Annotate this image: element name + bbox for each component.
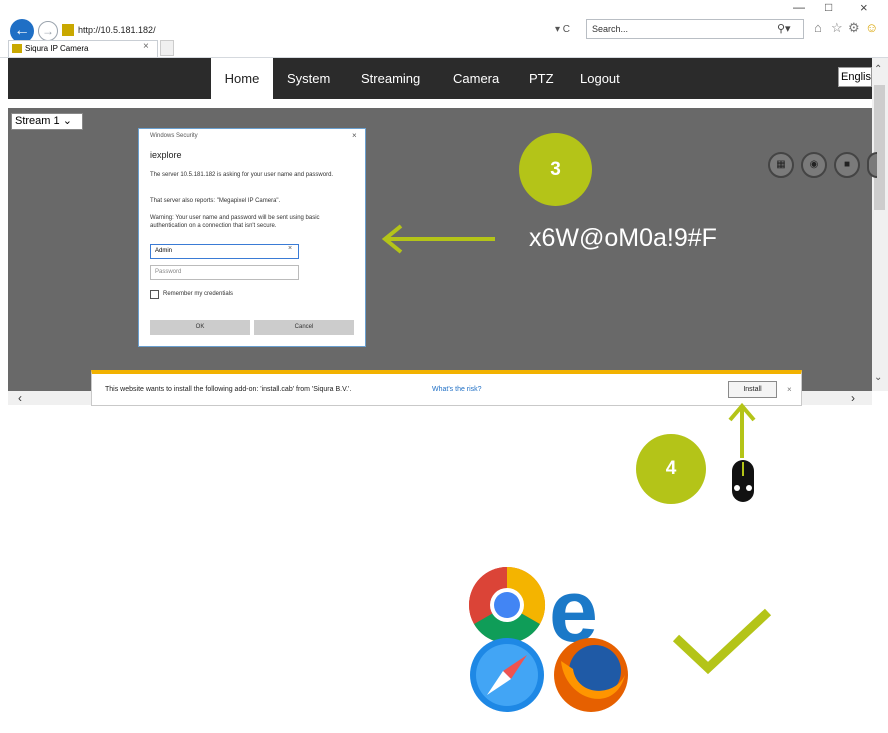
remember-label: Remember my credentials <box>163 291 234 297</box>
stream-select[interactable]: Stream 1 ⌄ <box>11 113 83 130</box>
maximize-button[interactable]: □ <box>825 0 832 14</box>
scroll-left-icon[interactable]: ‹ <box>18 391 22 405</box>
address-bar[interactable]: http://10.5.181.182/ <box>78 21 578 39</box>
tab-close-icon[interactable]: × <box>143 41 149 52</box>
search-icon[interactable]: ⚲▾ <box>777 20 791 38</box>
home-icon[interactable]: ⌂ <box>814 19 822 37</box>
install-button[interactable]: Install <box>728 381 777 398</box>
dialog-message: The server 10.5.181.182 is asking for yo… <box>150 172 334 178</box>
gear-icon[interactable]: ⚙ <box>848 19 860 37</box>
scroll-down-icon[interactable]: ⌄ <box>874 372 882 383</box>
fullscreen-icon[interactable]: ▦ <box>768 152 794 178</box>
clear-icon[interactable]: × <box>288 245 292 252</box>
arrow-up-icon <box>728 402 756 458</box>
safari-icon <box>470 638 544 712</box>
tab-favicon-icon <box>12 44 22 53</box>
nav-system[interactable]: System <box>287 58 330 99</box>
new-tab-button[interactable] <box>160 40 174 56</box>
navbar <box>8 58 872 99</box>
nav-streaming[interactable]: Streaming <box>361 58 420 99</box>
username-input[interactable]: Admin <box>150 244 299 259</box>
forward-arrow-icon[interactable]: → <box>38 21 58 41</box>
nav-logout[interactable]: Logout <box>580 58 620 99</box>
smiley-icon[interactable]: ☺ <box>865 19 878 37</box>
password-hint: x6W@oM0a!9#F <box>529 224 717 252</box>
ok-button[interactable]: OK <box>150 320 250 335</box>
snapshot-icon[interactable]: ◉ <box>801 152 827 178</box>
record-icon[interactable] <box>867 152 877 178</box>
mouse-icon <box>732 460 754 502</box>
supported-browsers: e <box>468 565 628 712</box>
notification-close-icon[interactable]: × <box>787 385 792 394</box>
whats-the-risk-link[interactable]: What's the risk? <box>432 386 482 393</box>
browser-tab[interactable]: Siqura IP Camera <box>8 40 158 57</box>
refresh-icon[interactable]: ▾ C <box>555 21 570 39</box>
step-3-badge: 3 <box>519 133 592 206</box>
minimize-button[interactable]: — <box>793 0 805 14</box>
scroll-up-icon[interactable]: ⌃ <box>874 64 882 75</box>
remember-checkbox[interactable] <box>150 290 159 299</box>
star-icon[interactable]: ☆ <box>831 19 843 37</box>
password-input[interactable]: Password <box>150 265 299 280</box>
dialog-realm: That server also reports: "Megapixel IP … <box>150 198 281 204</box>
notification-text: This website wants to install the follow… <box>105 386 352 393</box>
arrow-left-icon <box>381 224 495 254</box>
dialog-close-icon[interactable]: × <box>352 131 357 140</box>
close-window-button[interactable]: × <box>860 0 868 15</box>
step-4-badge: 4 <box>636 434 706 504</box>
nav-camera[interactable]: Camera <box>453 58 499 99</box>
chrome-icon <box>468 566 546 644</box>
nav-ptz[interactable]: PTZ <box>529 58 554 99</box>
stream-select-label: Stream 1 <box>15 115 60 127</box>
favicon-icon <box>62 24 74 36</box>
cancel-button[interactable]: Cancel <box>254 320 354 335</box>
checkmark-icon <box>672 608 772 675</box>
dialog-title: Windows Security <box>150 133 198 139</box>
stop-icon[interactable]: ■ <box>834 152 860 178</box>
nav-home[interactable]: Home <box>211 58 273 99</box>
language-select[interactable]: English <box>838 67 872 87</box>
dialog-app-name: iexplore <box>150 150 182 160</box>
scroll-right-icon[interactable]: › <box>851 391 855 405</box>
scroll-thumb[interactable] <box>874 85 885 210</box>
dialog-warning: Warning: Your user name and password wil… <box>150 215 320 229</box>
firefox-icon <box>554 638 628 712</box>
login-dialog <box>138 128 366 347</box>
search-input[interactable]: Search... <box>586 19 804 39</box>
